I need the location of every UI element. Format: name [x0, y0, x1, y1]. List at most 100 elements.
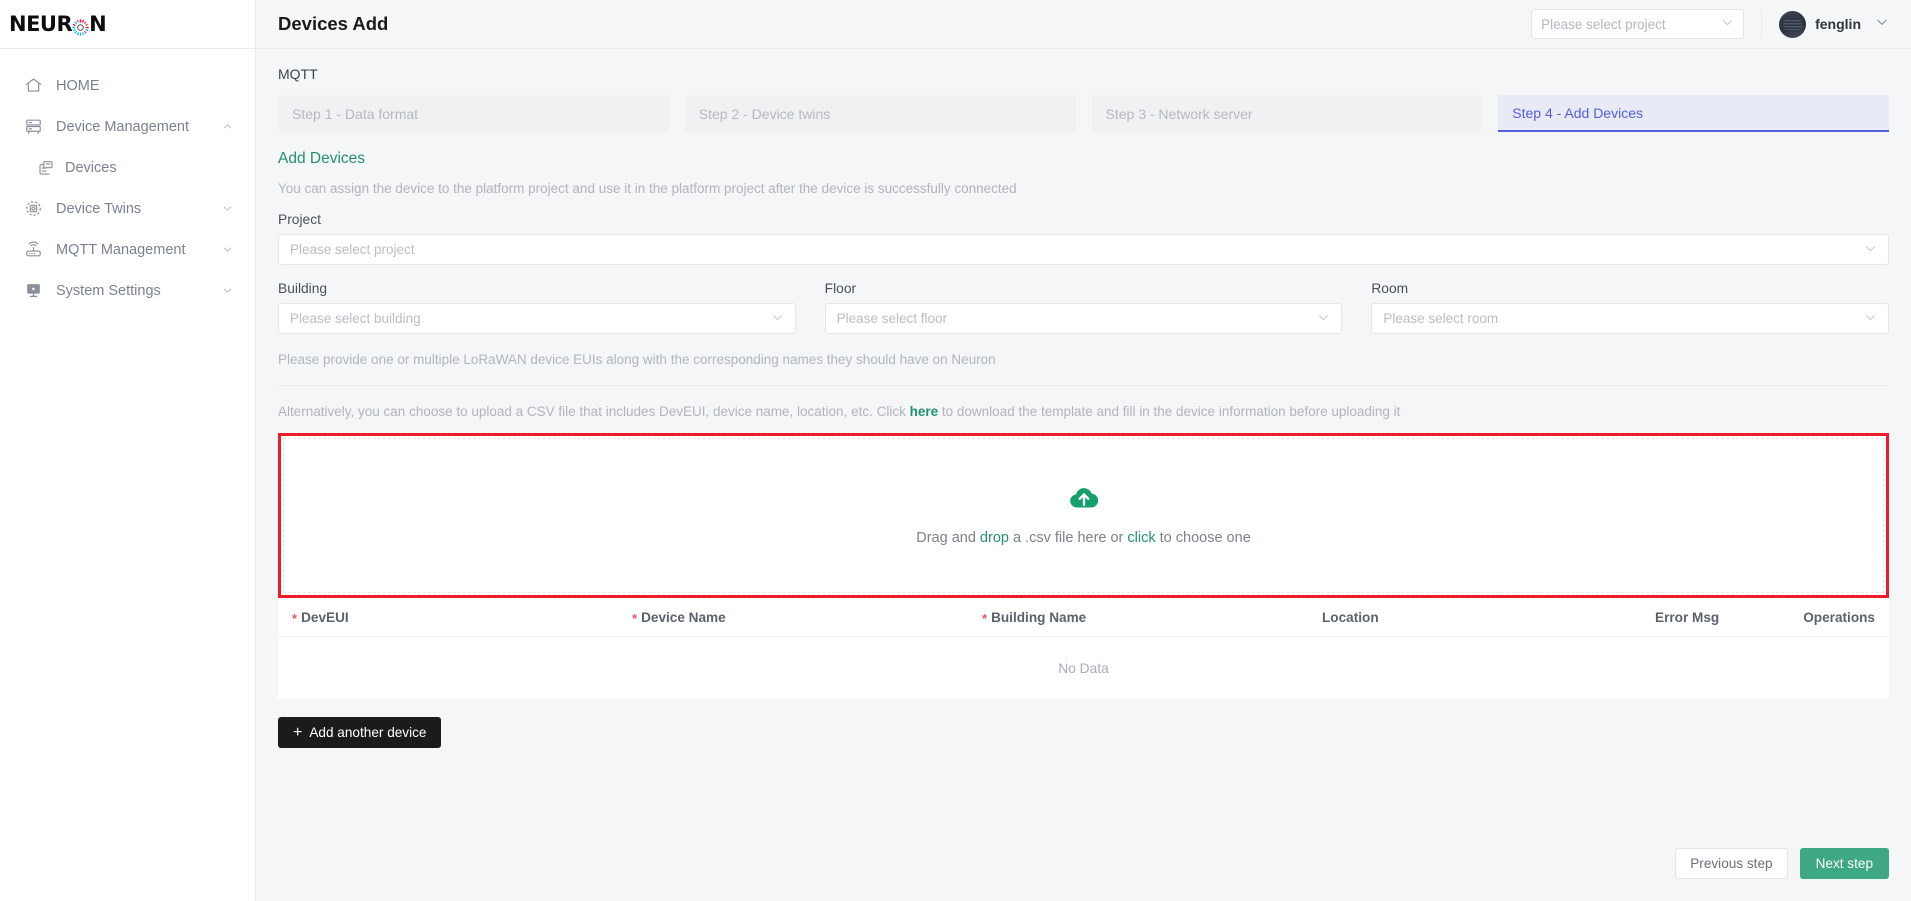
section-title: Add Devices: [278, 150, 366, 167]
table-empty-state: No Data: [278, 637, 1889, 699]
sidebar-item-label: Device Twins: [56, 200, 142, 217]
dropzone-text-post: to choose one: [1155, 529, 1251, 546]
top-bar-right: Please select project fenglin: [1531, 9, 1889, 39]
device-list-icon: [36, 158, 56, 178]
brand-logo[interactable]: NEUR N: [0, 0, 255, 49]
tab-label: Step 3 - Network server: [1105, 105, 1253, 122]
sidebar-item-label: Devices: [65, 159, 117, 176]
user-name: fenglin: [1815, 16, 1861, 32]
sidebar-item-system-settings[interactable]: System Settings: [0, 270, 255, 311]
chevron-down-icon[interactable]: [221, 244, 233, 256]
monitor-icon: [22, 280, 44, 302]
app-root: NEUR N HOME Device Management Devices De…: [0, 0, 1911, 901]
project-select[interactable]: Please select project: [278, 234, 1889, 265]
sidebar-nav: HOME Device Management Devices Device Tw…: [0, 49, 255, 311]
sidebar-item-devices[interactable]: Devices: [0, 147, 255, 188]
target-circle-icon: [22, 198, 44, 220]
next-step-button[interactable]: Next step: [1799, 848, 1889, 879]
dropzone-drop-link[interactable]: drop: [980, 530, 1009, 546]
chevron-down-icon[interactable]: [221, 203, 233, 215]
tab-label: Step 2 - Device twins: [698, 105, 831, 122]
floor-select-value: Please select floor: [836, 311, 947, 326]
required-asterisk: *: [292, 610, 298, 626]
plus-icon: +: [293, 723, 303, 741]
room-field: Room Please select room: [1371, 265, 1890, 334]
chevron-down-icon: [1721, 16, 1734, 32]
column-header-operations: Operations: [1765, 610, 1875, 625]
tab-step-2[interactable]: Step 2 - Device twins: [684, 95, 1076, 132]
page-title: Devices Add: [278, 13, 389, 34]
column-label: Error Msg: [1655, 609, 1720, 625]
sidebar-item-home[interactable]: HOME: [0, 65, 255, 106]
project-select-value: Please select project: [290, 242, 415, 257]
column-header-location: Location: [1322, 610, 1655, 625]
sidebar-item-mqtt-management[interactable]: MQTT Management: [0, 229, 255, 270]
column-header-deveui: * DevEUI: [292, 610, 632, 625]
required-asterisk: *: [632, 610, 638, 626]
avatar: [1779, 10, 1807, 38]
sidebar-item-device-management[interactable]: Device Management: [0, 106, 255, 147]
section-description: You can assign the device to the platfor…: [278, 181, 1017, 196]
page-content: MQTT Step 1 - Data format Step 2 - Devic…: [256, 49, 1911, 848]
building-select[interactable]: Please select building: [278, 303, 796, 334]
sidebar-item-label: Device Management: [56, 118, 189, 135]
protocol-label: MQTT: [278, 66, 318, 82]
chevron-down-icon: [771, 311, 784, 327]
devices-table: * DevEUI * Device Name * Building Name L…: [278, 598, 1889, 699]
tab-step-3[interactable]: Step 3 - Network server: [1091, 95, 1483, 132]
dropzone-click-link[interactable]: click: [1127, 530, 1155, 546]
step-tabs: Step 1 - Data format Step 2 - Device twi…: [278, 95, 1889, 132]
dropzone-text-mid: a .csv file here or: [1008, 529, 1128, 546]
sidebar-item-device-twins[interactable]: Device Twins: [0, 188, 255, 229]
add-another-device-button[interactable]: + Add another device: [278, 717, 442, 748]
upload-highlight-box: Drag and drop a .csv file here or click …: [278, 433, 1889, 598]
chevron-down-icon[interactable]: [221, 285, 233, 297]
previous-step-button[interactable]: Previous step: [1675, 848, 1788, 879]
csv-instruction-text: Alternatively, you can choose to upload …: [278, 404, 1889, 419]
table-header-row: * DevEUI * Device Name * Building Name L…: [278, 598, 1889, 637]
column-header-error-msg: Error Msg: [1655, 610, 1765, 625]
tab-label: Step 4 - Add Devices: [1512, 104, 1643, 121]
dropzone-text: Drag and drop a .csv file here or click …: [916, 530, 1251, 546]
required-asterisk: *: [982, 610, 988, 626]
brand-logo-text: NEUR N: [9, 12, 107, 36]
column-label: Operations: [1803, 609, 1875, 625]
eui-instruction-text: Please provide one or multiple LoRaWAN d…: [278, 352, 996, 367]
header-project-select[interactable]: Please select project: [1531, 9, 1745, 39]
csv-dropzone[interactable]: Drag and drop a .csv file here or click …: [283, 438, 1884, 593]
chevron-up-icon[interactable]: [221, 121, 233, 133]
router-wifi-icon: [22, 239, 44, 261]
column-label: Location: [1322, 609, 1379, 625]
server-rack-icon: [22, 116, 44, 138]
divider: [278, 385, 1889, 386]
user-menu[interactable]: fenglin: [1779, 10, 1889, 38]
tab-step-4[interactable]: Step 4 - Add Devices: [1498, 95, 1889, 132]
sidebar-item-label: HOME: [56, 77, 100, 94]
table-empty-text: No Data: [1058, 660, 1109, 676]
tab-step-1[interactable]: Step 1 - Data format: [278, 95, 669, 132]
csv-template-link[interactable]: here: [910, 404, 939, 419]
column-header-building-name: * Building Name: [982, 610, 1322, 625]
sidebar-item-label: MQTT Management: [56, 241, 186, 258]
cloud-upload-icon: [1069, 486, 1099, 514]
dropzone-text-pre: Drag and: [916, 529, 980, 546]
building-select-value: Please select building: [290, 311, 421, 326]
main-area: Devices Add Please select project fengli…: [256, 0, 1911, 901]
project-field-label: Project: [278, 212, 321, 227]
floor-field: Floor Please select floor: [824, 265, 1343, 334]
room-select-value: Please select room: [1383, 311, 1499, 326]
column-label: Building Name: [991, 609, 1087, 625]
room-select[interactable]: Please select room: [1371, 303, 1890, 334]
column-label: Device Name: [641, 609, 726, 625]
csv-instruction-pre: Alternatively, you can choose to upload …: [278, 404, 906, 419]
sidebar-item-label: System Settings: [56, 282, 161, 299]
chevron-down-icon[interactable]: [1875, 15, 1889, 34]
tab-label: Step 1 - Data format: [292, 105, 419, 122]
home-icon: [22, 75, 44, 97]
chevron-down-icon: [1864, 242, 1877, 258]
csv-instruction-post: to download the template and fill in the…: [941, 404, 1401, 419]
floor-select[interactable]: Please select floor: [824, 303, 1343, 334]
footer-actions: Previous step Next step: [256, 848, 1911, 901]
building-field: Building Please select building: [278, 265, 796, 334]
floor-field-label: Floor: [824, 281, 857, 296]
